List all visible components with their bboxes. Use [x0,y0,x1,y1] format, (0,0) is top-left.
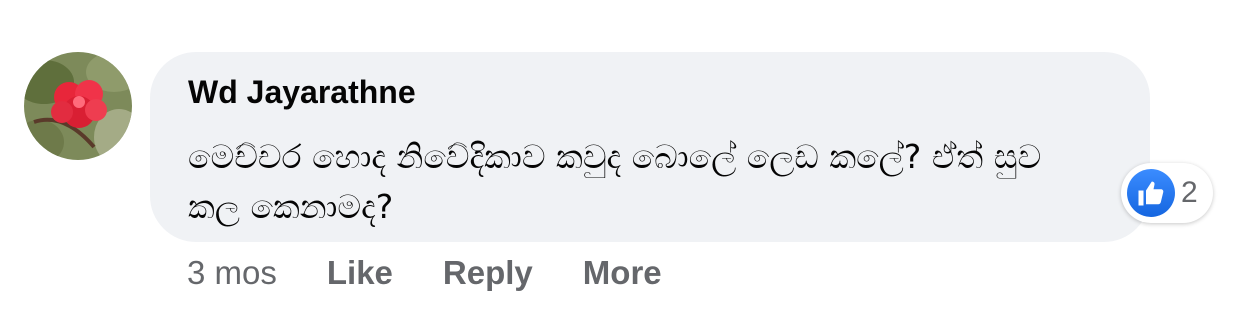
like-button[interactable]: Like [327,254,393,292]
avatar-image [24,52,132,160]
comment-text: මෙච්චර හොද නිවේදිකාව කවුද බොලේ ලෙඩ කලේ? … [188,137,1042,226]
reaction-count: 2 [1181,176,1198,209]
reply-button[interactable]: Reply [443,254,533,292]
comment-timestamp[interactable]: 3 mos [187,254,277,292]
comment-bubble: Wd Jayarathne මෙච්චර හොද නිවේදිකාව කවුද … [150,52,1150,242]
reaction-summary[interactable]: 2 [1121,163,1213,223]
comment-container: Wd Jayarathne මෙච්චර හොද නිවේදිකාව කවුද … [0,0,1235,318]
comment-author[interactable]: Wd Jayarathne [188,74,416,111]
like-icon [1127,169,1175,217]
avatar[interactable] [24,52,132,160]
more-button[interactable]: More [583,254,662,292]
comment-actions: 3 mos Like Reply More [187,254,712,292]
